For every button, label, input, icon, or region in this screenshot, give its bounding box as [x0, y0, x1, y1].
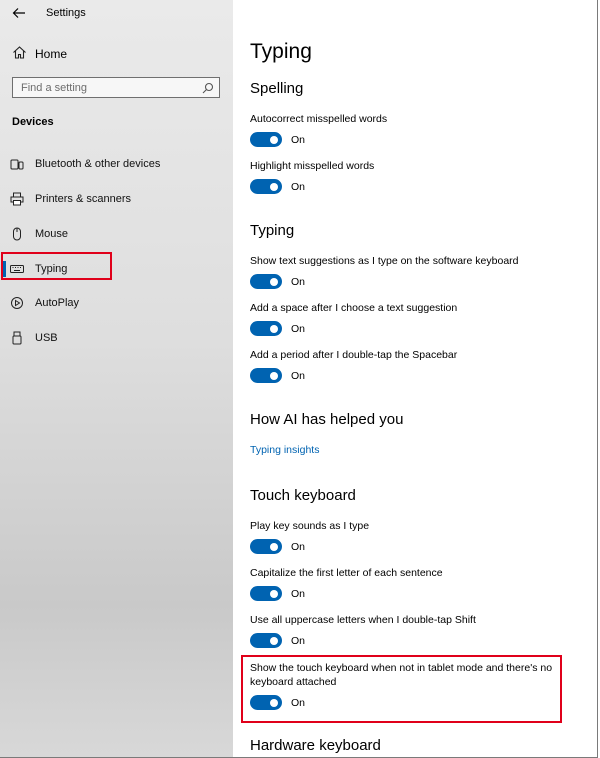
- toggle-state-add-period: On: [291, 370, 306, 382]
- back-button[interactable]: [10, 6, 28, 22]
- window-title: Settings: [46, 7, 86, 19]
- setting-label-add-space: Add a space after I choose a text sugges…: [250, 302, 458, 314]
- toggle-knob: [270, 542, 278, 551]
- toggle-autocorrect[interactable]: [250, 132, 282, 147]
- sidebar-item-mouse[interactable]: Mouse: [0, 220, 233, 248]
- sidebar-item-label: Printers & scanners: [35, 193, 131, 205]
- sidebar-item-printers[interactable]: Printers & scanners: [0, 185, 233, 213]
- mouse-icon: [10, 227, 24, 241]
- toggle-state-autocorrect: On: [291, 134, 306, 146]
- sidebar-section-label: Devices: [12, 116, 54, 128]
- sidebar: Settings Home Devices Bluetooth & other …: [0, 0, 233, 757]
- toggle-add-space[interactable]: [250, 321, 282, 336]
- back-arrow-icon: [12, 8, 25, 18]
- highlight-box-typing: [1, 252, 112, 280]
- toggle-knob: [270, 277, 278, 286]
- toggle-state-capitalize: On: [291, 588, 306, 600]
- toggle-knob: [270, 135, 278, 144]
- sidebar-item-autoplay[interactable]: AutoPlay: [0, 289, 233, 317]
- toggle-add-period[interactable]: [250, 368, 282, 383]
- sidebar-item-label: Mouse: [35, 228, 69, 240]
- toggle-knob: [270, 324, 278, 333]
- section-heading-hardware-keyboard: Hardware keyboard: [250, 737, 381, 754]
- toggle-knob: [270, 636, 278, 645]
- page-title: Typing: [250, 40, 312, 63]
- usb-icon: [10, 331, 24, 345]
- toggle-knob: [270, 371, 278, 380]
- toggle-uppercase[interactable]: [250, 633, 282, 648]
- sidebar-item-usb[interactable]: USB: [0, 324, 233, 352]
- autoplay-icon: [10, 296, 24, 310]
- section-heading-touch-keyboard: Touch keyboard: [250, 487, 356, 504]
- section-heading-ai: How AI has helped you: [250, 411, 404, 428]
- toggle-state-text-suggestions: On: [291, 276, 306, 288]
- toggle-knob: [270, 182, 278, 191]
- home-label: Home: [35, 47, 68, 61]
- toggle-highlight[interactable]: [250, 179, 282, 194]
- toggle-state-add-space: On: [291, 323, 306, 335]
- setting-label-capitalize: Capitalize the first letter of each sent…: [250, 567, 443, 579]
- main-content: Typing Spelling Autocorrect misspelled w…: [233, 0, 597, 757]
- toggle-knob: [270, 589, 278, 598]
- sidebar-item-label: Bluetooth & other devices: [35, 158, 161, 170]
- sidebar-item-label: USB: [35, 332, 58, 344]
- sidebar-item-home[interactable]: Home: [0, 42, 233, 66]
- setting-label-highlight: Highlight misspelled words: [250, 160, 375, 172]
- sidebar-item-bluetooth[interactable]: Bluetooth & other devices: [0, 150, 233, 178]
- setting-label-add-period: Add a period after I double-tap the Spac…: [250, 349, 458, 361]
- title-bar: Settings: [0, 0, 233, 28]
- highlight-box-touch-keyboard: [241, 655, 562, 723]
- toggle-text-suggestions[interactable]: [250, 274, 282, 289]
- printer-icon: [10, 192, 24, 206]
- search-box[interactable]: [12, 77, 220, 98]
- setting-label-autocorrect: Autocorrect misspelled words: [250, 113, 388, 125]
- search-input[interactable]: [13, 78, 201, 97]
- section-heading-typing: Typing: [250, 222, 295, 239]
- home-icon: [12, 45, 27, 65]
- sidebar-item-label: AutoPlay: [35, 297, 80, 309]
- toggle-key-sounds[interactable]: [250, 539, 282, 554]
- setting-label-key-sounds: Play key sounds as I type: [250, 520, 370, 532]
- settings-window: Settings Home Devices Bluetooth & other …: [0, 0, 598, 758]
- toggle-state-key-sounds: On: [291, 541, 306, 553]
- section-heading-spelling: Spelling: [250, 80, 304, 97]
- toggle-state-highlight: On: [291, 181, 306, 193]
- search-icon[interactable]: [202, 81, 214, 99]
- toggle-capitalize[interactable]: [250, 586, 282, 601]
- setting-label-text-suggestions: Show text suggestions as I type on the s…: [250, 255, 519, 267]
- typing-insights-link[interactable]: Typing insights: [250, 444, 319, 456]
- bluetooth-icon: [10, 157, 24, 171]
- toggle-state-uppercase: On: [291, 635, 306, 647]
- setting-label-uppercase: Use all uppercase letters when I double-…: [250, 614, 476, 626]
